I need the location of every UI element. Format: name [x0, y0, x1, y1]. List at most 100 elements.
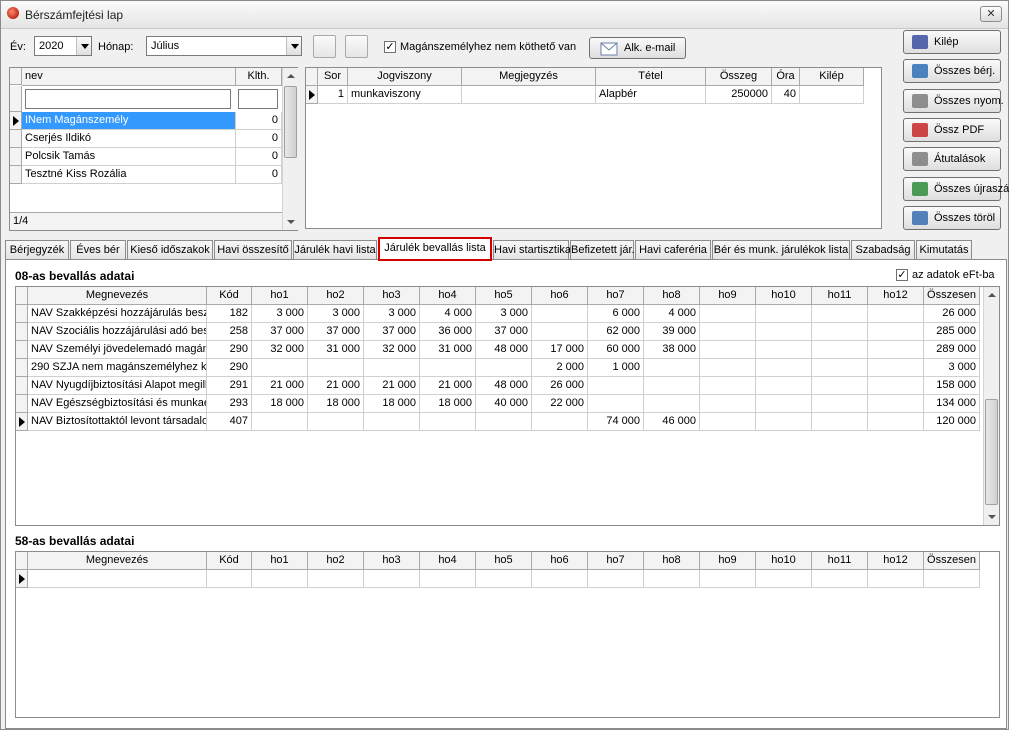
g08-cell[interactable] — [868, 323, 924, 341]
g08-cell[interactable] — [420, 359, 476, 377]
empty-cell[interactable] — [207, 570, 252, 588]
g08-cell[interactable] — [868, 305, 924, 323]
empty-cell[interactable] — [644, 570, 700, 588]
employee-name[interactable]: Polcsik Tamás — [22, 148, 236, 166]
g08-col-7[interactable]: ho6 — [532, 287, 588, 305]
g08-col-14[interactable]: Összesen — [924, 287, 980, 305]
empty-cell[interactable] — [532, 570, 588, 588]
g08-cell[interactable]: 32 000 — [252, 341, 308, 359]
g08-cell[interactable]: 21 000 — [364, 377, 420, 395]
g08-col-5[interactable]: ho4 — [420, 287, 476, 305]
g08-cell[interactable]: 37 000 — [252, 323, 308, 341]
g08-cell[interactable] — [812, 341, 868, 359]
g08-cell[interactable] — [868, 359, 924, 377]
employee-name[interactable]: Cserjés Ildikó — [22, 130, 236, 148]
tab-11[interactable]: Kimutatás — [916, 240, 972, 260]
tab-2[interactable]: Kieső időszakok — [127, 240, 213, 260]
g08-cell[interactable] — [756, 359, 812, 377]
g08-cell[interactable]: 3 000 — [252, 305, 308, 323]
g08-col-1[interactable]: Kód — [207, 287, 252, 305]
g08-col-0[interactable]: Megnevezés — [28, 287, 207, 305]
g08-col-3[interactable]: ho2 — [308, 287, 364, 305]
g08-cell[interactable]: 18 000 — [420, 395, 476, 413]
employee-klth[interactable]: 0 — [236, 112, 282, 130]
g08-cell[interactable]: 17 000 — [532, 341, 588, 359]
g08-cell[interactable]: 37 000 — [364, 323, 420, 341]
g08-cell[interactable]: 120 000 — [924, 413, 980, 431]
grid-settings-icon[interactable] — [10, 68, 22, 85]
g08-col-10[interactable]: ho9 — [700, 287, 756, 305]
tab-9[interactable]: Bér és munk. járulékok lista — [712, 240, 850, 260]
g08-cell[interactable]: 21 000 — [308, 377, 364, 395]
g08-cell[interactable]: 289 000 — [924, 341, 980, 359]
g08-cell[interactable]: NAV Biztosítottaktól levont társadalo — [28, 413, 207, 431]
g08-cell[interactable]: 2 000 — [532, 359, 588, 377]
g58-col-6[interactable]: ho5 — [476, 552, 532, 570]
g08-col-8[interactable]: ho7 — [588, 287, 644, 305]
g08-cell[interactable] — [756, 377, 812, 395]
employment-cell-kilep[interactable] — [800, 86, 864, 104]
g08-cell[interactable] — [812, 359, 868, 377]
employment-col-sor[interactable]: Sor — [318, 68, 348, 86]
g08-cell[interactable]: 18 000 — [308, 395, 364, 413]
employment-col-megjegyzes[interactable]: Megjegyzés — [462, 68, 596, 86]
g08-cell[interactable]: 21 000 — [252, 377, 308, 395]
delete-all-button[interactable]: Összes töröl — [903, 205, 1001, 230]
g08-col-13[interactable]: ho12 — [868, 287, 924, 305]
employment-cell-osszeg[interactable]: 250000 — [706, 86, 772, 104]
g58-col-10[interactable]: ho9 — [700, 552, 756, 570]
employment-cell-ora[interactable]: 40 — [772, 86, 800, 104]
g08-cell[interactable]: 26 000 — [924, 305, 980, 323]
g08-cell[interactable]: 37 000 — [476, 323, 532, 341]
tab-10[interactable]: Szabadság — [851, 240, 915, 260]
g08-cell[interactable]: 48 000 — [476, 341, 532, 359]
g08-cell[interactable]: 21 000 — [420, 377, 476, 395]
g08-cell[interactable] — [812, 305, 868, 323]
tab-6[interactable]: Havi startisztika — [493, 240, 571, 260]
g08-cell[interactable] — [868, 395, 924, 413]
g08-cell[interactable]: 258 — [207, 323, 252, 341]
g08-cell[interactable] — [308, 359, 364, 377]
g08-cell[interactable] — [532, 323, 588, 341]
g08-col-12[interactable]: ho11 — [812, 287, 868, 305]
g08-cell[interactable] — [252, 359, 308, 377]
g08-cell[interactable] — [756, 413, 812, 431]
g08-cell[interactable] — [700, 413, 756, 431]
g08-cell[interactable]: 37 000 — [308, 323, 364, 341]
g08-cell[interactable] — [700, 323, 756, 341]
tab-7[interactable]: Befizetett jár. — [570, 240, 635, 260]
scroll-up-icon[interactable] — [283, 68, 299, 84]
g08-cell[interactable] — [252, 413, 308, 431]
empty-cell[interactable] — [364, 570, 420, 588]
employee-scrollbar[interactable] — [282, 68, 298, 230]
employment-cell-sor[interactable]: 1 — [318, 86, 348, 104]
klth-filter-input[interactable] — [238, 89, 278, 109]
g08-cell[interactable] — [420, 413, 476, 431]
g58-col-5[interactable]: ho4 — [420, 552, 476, 570]
employment-cell-megjegyzes[interactable] — [462, 86, 596, 104]
g08-cell[interactable]: 407 — [207, 413, 252, 431]
g08-cell[interactable]: 3 000 — [364, 305, 420, 323]
g08-cell[interactable] — [588, 395, 644, 413]
g08-cell[interactable]: 4 000 — [644, 305, 700, 323]
g08-cell[interactable]: 290 SZJA nem magánszemélyhez kö — [28, 359, 207, 377]
g58-col-9[interactable]: ho8 — [644, 552, 700, 570]
private-person-checkbox[interactable]: ✓ — [384, 41, 396, 53]
g08-cell[interactable]: 22 000 — [532, 395, 588, 413]
g08-cell[interactable]: NAV Szakképzési hozzájárulás besze — [28, 305, 207, 323]
g08-col-9[interactable]: ho8 — [644, 287, 700, 305]
g08-cell[interactable]: 62 000 — [588, 323, 644, 341]
employee-col-klth[interactable]: Klth. — [236, 68, 282, 86]
g08-cell[interactable]: 3 000 — [924, 359, 980, 377]
g08-cell[interactable] — [812, 413, 868, 431]
g58-col-3[interactable]: ho2 — [308, 552, 364, 570]
g08-cell[interactable]: 31 000 — [308, 341, 364, 359]
g08-cell[interactable]: NAV Személyi jövedelemadó magáns — [28, 341, 207, 359]
g08-cell[interactable]: 36 000 — [420, 323, 476, 341]
tab-0[interactable]: Bérjegyzék — [5, 240, 69, 260]
employment-col-ora[interactable]: Óra — [772, 68, 800, 86]
g08-cell[interactable] — [756, 395, 812, 413]
g58-col-2[interactable]: ho1 — [252, 552, 308, 570]
name-filter-input[interactable] — [25, 89, 231, 109]
scroll-down-icon[interactable] — [283, 214, 299, 230]
